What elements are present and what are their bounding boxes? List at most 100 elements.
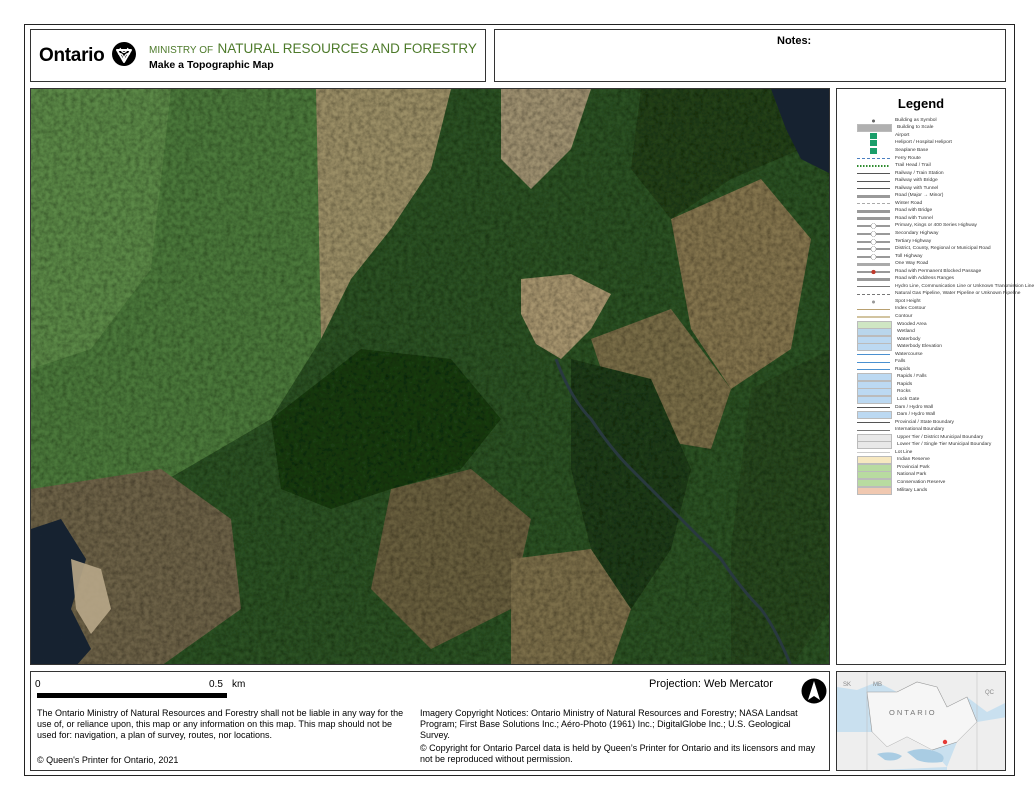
legend-item-label: Lower Tier / Single Tier Municipal Bound… bbox=[897, 442, 992, 448]
legend-item-label: Rapids bbox=[897, 381, 913, 387]
notes-box[interactable]: Notes: bbox=[494, 29, 1006, 82]
legend-item: Building to Scale bbox=[857, 124, 1003, 133]
legend-item: Dam / Hydro Wall bbox=[857, 411, 1003, 420]
dashed-line-icon bbox=[857, 293, 890, 295]
inset-map-graphic: SK MB QC ONTARIO bbox=[837, 672, 1005, 770]
scale-end-label: 0.5 bbox=[209, 679, 223, 690]
legend-item: Natural Gas Pipeline, Water Pipeline or … bbox=[857, 291, 1020, 299]
legend-item-label: Dam / Hydro Wall bbox=[897, 412, 936, 418]
legend-item-label: Falls bbox=[895, 359, 906, 365]
legend-item: Ferry Route bbox=[857, 155, 1003, 163]
aerial-imagery[interactable] bbox=[31, 89, 830, 665]
legend-item-label: Rapids / Falls bbox=[897, 374, 927, 380]
legend-item: Winter Road bbox=[857, 200, 1003, 208]
scale-bar-graphic bbox=[37, 693, 227, 698]
inset-label-mb: MB bbox=[873, 682, 882, 688]
inset-label-qc: QC bbox=[985, 690, 995, 696]
trail-icon bbox=[857, 165, 890, 167]
legend-item: Index Contour bbox=[857, 306, 1003, 314]
line-icon bbox=[857, 429, 890, 431]
legend-item-label: Dam / Hydro Wall bbox=[895, 404, 934, 410]
legend-item: Tertiary Highway bbox=[857, 238, 1003, 246]
legend-item-label: Toll Highway bbox=[895, 253, 923, 259]
legend-item-label: Contour bbox=[895, 313, 913, 319]
north-arrow-icon bbox=[801, 678, 827, 704]
seaplane-icon bbox=[857, 147, 890, 154]
trillium-logo-icon bbox=[112, 42, 136, 66]
legend-item-label: Military Lands bbox=[897, 487, 928, 493]
legend-item-label: Heliport / Hospital Heliport bbox=[895, 140, 952, 146]
legend-title: Legend bbox=[897, 96, 945, 111]
building-shape-icon bbox=[857, 124, 892, 133]
legend-item: One Way Road bbox=[857, 260, 1003, 268]
line-icon bbox=[857, 422, 890, 424]
legend-item: Provincial / State Boundary bbox=[857, 419, 1003, 427]
legend-item: District, County, Regional or Municipal … bbox=[857, 245, 1003, 253]
disclaimer-text: The Ontario Ministry of Natural Resource… bbox=[37, 708, 404, 740]
legend-item-label: Road with Bridge bbox=[895, 208, 933, 214]
line-icon bbox=[857, 369, 890, 371]
legend-item: Railway with Bridge bbox=[857, 177, 1003, 185]
dashed-line-icon bbox=[857, 157, 890, 160]
legend-item-label: Railway / Train Station bbox=[895, 170, 944, 176]
legend-item-label: Secondary Highway bbox=[895, 230, 939, 236]
imagery-notice: Imagery Copyright Notices: Ontario Minis… bbox=[420, 708, 798, 740]
legend-item-label: Building as Symbol bbox=[895, 117, 937, 123]
railway-bridge-icon bbox=[857, 180, 890, 182]
legend-item-label: Provincial Park bbox=[897, 464, 930, 470]
scale-start-label: 0 bbox=[35, 679, 41, 690]
legend-item: Road (Major → Minor) bbox=[857, 192, 1003, 200]
legend-item-label: Tertiary Highway bbox=[895, 238, 932, 244]
notes-label: Notes: bbox=[777, 35, 812, 47]
legend-item-label: Airport bbox=[895, 132, 910, 138]
legend-item-label: Primary, Kings or 400 Series Highway bbox=[895, 223, 977, 229]
line-icon bbox=[857, 361, 890, 363]
legend-item: Seaplane Base bbox=[857, 147, 1003, 155]
projection-label: Projection: Web Mercator bbox=[649, 678, 773, 690]
title-block: Ontario MINISTRY OF NATURAL RESOURCES AN… bbox=[30, 29, 486, 82]
highway-shield-icon bbox=[857, 238, 890, 245]
legend-item: Military Lands bbox=[857, 486, 1003, 495]
footer-panel: 0 0.5 km Projection: Web Mercator The On… bbox=[30, 671, 830, 771]
dot-icon bbox=[857, 117, 890, 124]
fill-icon bbox=[857, 343, 892, 352]
legend-item-label: Railway with Tunnel bbox=[895, 185, 939, 191]
road-bridge-icon bbox=[857, 209, 890, 213]
legend-item-label: Wooded Area bbox=[897, 321, 927, 327]
legend-item-label: Index Contour bbox=[895, 306, 926, 312]
road-blocked-icon bbox=[857, 268, 890, 275]
legend-item-label: Railway with Bridge bbox=[895, 178, 938, 184]
parcel-copyright: © Copyright for Ontario Parcel data is h… bbox=[420, 743, 816, 764]
legend-item: Secondary Highway bbox=[857, 230, 1003, 238]
legend-item-label: Lot Line bbox=[895, 449, 913, 455]
legend-item-label: Hydro Line, Communication Line or Unknow… bbox=[895, 283, 1035, 289]
legend-item-label: Rocks bbox=[897, 389, 911, 395]
line-icon bbox=[857, 316, 890, 318]
legend-item-label: Watercourse bbox=[895, 351, 923, 357]
legend-item: Primary, Kings or 400 Series Highway bbox=[857, 223, 1003, 231]
legend-item-label: Natural Gas Pipeline, Water Pipeline or … bbox=[895, 291, 1021, 297]
legend-item-label: District, County, Regional or Municipal … bbox=[895, 246, 991, 252]
legend-item: Road with Address Ranges bbox=[857, 275, 1003, 283]
highway-shield-icon bbox=[857, 230, 890, 237]
legend-item-label: Road with Address Ranges bbox=[895, 276, 954, 282]
legend-item-label: Ferry Route bbox=[895, 155, 921, 161]
legend-item: Trail Head / Trail bbox=[857, 162, 1003, 170]
line-icon bbox=[857, 452, 890, 454]
scale-bar: 0 0.5 km bbox=[35, 679, 245, 703]
legend-item: Airport bbox=[857, 132, 1003, 140]
railway-icon bbox=[857, 172, 890, 175]
road-tunnel-icon bbox=[857, 217, 890, 221]
legend-panel: Legend Building as Symbol Building to Sca… bbox=[836, 88, 1034, 665]
legend-item: Waterbody Elevation bbox=[857, 343, 1003, 352]
legend-item-label: Road with Tunnel bbox=[895, 215, 933, 221]
aerial-map-view[interactable] bbox=[30, 88, 830, 665]
legend-item-label: One Way Road bbox=[895, 261, 929, 267]
copyright-text: © Queen's Printer for Ontario, 2021 bbox=[37, 755, 179, 765]
legend-item: Heliport / Hospital Heliport bbox=[857, 140, 1003, 148]
ministry-name: MINISTRY OF NATURAL RESOURCES AND FOREST… bbox=[149, 40, 477, 58]
line-icon bbox=[857, 286, 890, 288]
highway-shield-icon bbox=[857, 223, 890, 230]
legend-item: Railway with Tunnel bbox=[857, 185, 1003, 193]
legend-item-label: National Park bbox=[897, 472, 927, 478]
